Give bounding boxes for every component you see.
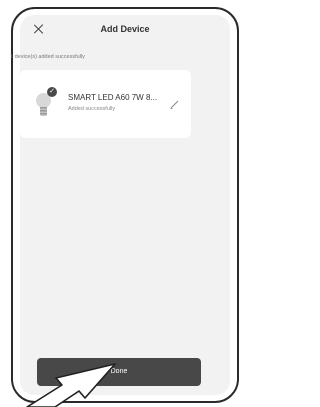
bulb-base	[40, 107, 47, 116]
device-card[interactable]: ✓ SMART LED A60 7W 8... Added successful…	[20, 70, 191, 138]
device-status: Added successfully	[68, 106, 116, 112]
edit-pencil-icon[interactable]	[170, 100, 179, 109]
page-title: Add Device	[100, 24, 150, 34]
done-button[interactable]: Done	[37, 358, 201, 386]
header-bar: Add Device	[20, 15, 230, 47]
check-icon: ✓	[47, 87, 57, 97]
bulb-icon	[36, 93, 51, 118]
phone-frame: Add Device	[11, 7, 239, 403]
status-text: 1 device(s) added successfully	[10, 54, 85, 60]
device-name: SMART LED A60 7W 8...	[68, 93, 158, 102]
